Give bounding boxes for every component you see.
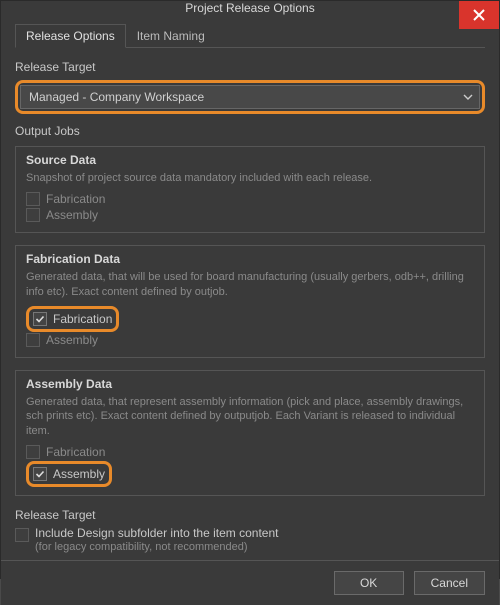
titlebar: Project Release Options — [1, 1, 499, 15]
assembly-assembly-checkbox[interactable] — [33, 467, 47, 481]
group-source-data: Source Data Snapshot of project source d… — [15, 146, 485, 233]
release-target-highlight: Managed - Company Workspace — [15, 80, 485, 114]
fabrication-fabrication-highlight: Fabrication — [26, 306, 119, 332]
fabrication-fabrication-row: Fabrication — [33, 312, 112, 326]
assembly-assembly-label: Assembly — [53, 467, 105, 481]
source-fabrication-label: Fabrication — [46, 192, 105, 206]
cancel-button[interactable]: Cancel — [414, 571, 485, 595]
group-assembly-data: Assembly Data Generated data, that repre… — [15, 370, 485, 497]
dialog-title: Project Release Options — [185, 1, 314, 15]
dialog-window: Project Release Options Release Options … — [0, 0, 500, 579]
fabrication-assembly-label: Assembly — [46, 333, 98, 347]
include-subfolder-checkbox[interactable] — [15, 528, 29, 542]
source-assembly-label: Assembly — [46, 208, 98, 222]
check-icon — [35, 469, 45, 479]
include-subfolder-label: Include Design subfolder into the item c… — [35, 526, 278, 540]
source-assembly-checkbox[interactable] — [26, 208, 40, 222]
source-data-desc: Snapshot of project source data mandator… — [26, 171, 474, 186]
assembly-fabrication-checkbox[interactable] — [26, 445, 40, 459]
release-target-value: Managed - Company Workspace — [29, 90, 204, 104]
fabrication-fabrication-checkbox[interactable] — [33, 312, 47, 326]
include-subfolder-row: Include Design subfolder into the item c… — [15, 526, 485, 554]
assembly-fabrication-row: Fabrication — [26, 445, 474, 459]
include-subfolder-text: Include Design subfolder into the item c… — [35, 526, 278, 554]
source-data-title: Source Data — [26, 153, 474, 167]
tab-release-options[interactable]: Release Options — [15, 24, 126, 48]
include-subfolder-note: (for legacy compatibility, not recommend… — [35, 540, 278, 554]
group-fabrication-data: Fabrication Data Generated data, that wi… — [15, 245, 485, 358]
tab-bar: Release Options Item Naming — [15, 23, 485, 48]
source-fabrication-checkbox[interactable] — [26, 192, 40, 206]
source-fabrication-row: Fabrication — [26, 192, 474, 206]
fabrication-data-title: Fabrication Data — [26, 252, 474, 266]
button-bar: OK Cancel — [1, 560, 499, 605]
release-target-dropdown[interactable]: Managed - Company Workspace — [20, 85, 480, 109]
release-target-footer-label: Release Target — [15, 508, 485, 522]
tab-item-naming[interactable]: Item Naming — [126, 24, 216, 48]
close-icon — [473, 9, 485, 21]
ok-button[interactable]: OK — [334, 571, 404, 595]
assembly-data-title: Assembly Data — [26, 377, 474, 391]
dialog-content: Release Options Item Naming Release Targ… — [1, 15, 499, 560]
chevron-down-icon — [463, 94, 473, 100]
fabrication-assembly-checkbox[interactable] — [26, 333, 40, 347]
close-button[interactable] — [459, 1, 499, 29]
assembly-assembly-row: Assembly — [33, 467, 105, 481]
fabrication-assembly-row: Assembly — [26, 333, 474, 347]
assembly-fabrication-label: Fabrication — [46, 445, 105, 459]
fabrication-fabrication-label: Fabrication — [53, 312, 112, 326]
release-target-label: Release Target — [15, 60, 485, 74]
output-jobs-label: Output Jobs — [15, 124, 485, 138]
assembly-assembly-highlight: Assembly — [26, 461, 112, 487]
fabrication-data-desc: Generated data, that will be used for bo… — [26, 270, 474, 300]
source-assembly-row: Assembly — [26, 208, 474, 222]
assembly-data-desc: Generated data, that represent assembly … — [26, 395, 474, 440]
check-icon — [35, 314, 45, 324]
